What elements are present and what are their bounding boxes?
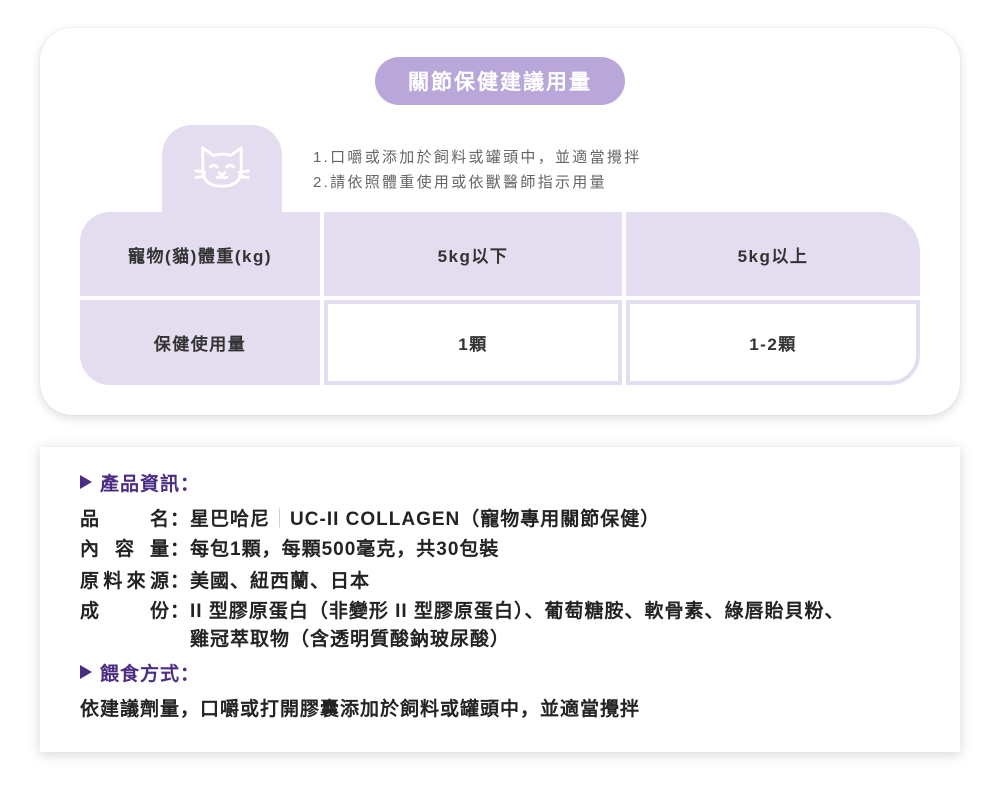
feeding-heading: 餵食方式： <box>80 657 920 687</box>
triangle-right-icon <box>80 475 92 489</box>
content-label: 內 容 量 <box>80 539 170 560</box>
product-name-row: 品 名 ： 星巴哈尼｜UC-II COLLAGEN（寵物專用關節保健） <box>80 505 920 535</box>
dose-over-5kg: 1-2顆 <box>626 300 920 385</box>
content-value: 每包1顆，每顆500毫克，共30包裝 <box>190 539 500 560</box>
origin-row: 原料來源 ： 美國、紐西蘭、日本 <box>80 567 920 597</box>
product-name: UC-II COLLAGEN（寵物專用關節保健） <box>290 509 661 530</box>
product-name-value: 星巴哈尼｜UC-II COLLAGEN（寵物專用關節保健） <box>190 505 660 535</box>
weight-over-5kg: 5kg以上 <box>626 212 920 296</box>
label-colon: ： <box>170 509 191 530</box>
dosage-table: 寵物(貓)體重(kg) 5kg以下 5kg以上 保健使用量 1顆 1-2顆 <box>80 212 920 385</box>
cat-tab <box>162 125 282 213</box>
feeding-method-text: 依建議劑量，口嚼或打開膠囊添加於飼料或罐頭中，並適當攪拌 <box>80 699 641 720</box>
ingredients-label: 成 份 <box>80 601 170 622</box>
product-info-heading: 產品資訊： <box>80 467 920 497</box>
weight-row-label: 寵物(貓)體重(kg) <box>80 212 320 296</box>
brand-name: 星巴哈尼 <box>190 509 271 530</box>
origin-value: 美國、紐西蘭、日本 <box>190 571 371 592</box>
weight-under-5kg: 5kg以下 <box>324 212 622 296</box>
product-info-heading-text: 產品資訊： <box>100 473 201 495</box>
content-row: 內 容 量 ： 每包1顆，每顆500毫克，共30包裝 <box>80 535 920 565</box>
ingredients-row: 成 份 ： II 型膠原蛋白（非變形 II 型膠原蛋白）、葡萄糖胺、軟骨素、綠唇… <box>80 598 920 654</box>
ingredients-line: II 型膠原蛋白（非變形 II 型膠原蛋白）、葡萄糖胺、軟骨素、綠唇貽貝粉、 <box>190 601 845 622</box>
product-info-card: 產品資訊： 品 名 ： 星巴哈尼｜UC-II COLLAGEN（寵物專用關節保健… <box>40 447 960 752</box>
label-colon: ： <box>170 539 191 560</box>
product-name-label: 品 名 <box>80 509 170 530</box>
usage-instructions: 1.口嚼或添加於飼料或罐頭中，並適當攪拌 2.請依照體重使用或依獸醫師指示用量 <box>313 145 642 195</box>
origin-label: 原料來源 <box>80 571 170 592</box>
dose-row-label: 保健使用量 <box>80 300 320 385</box>
ingredients-line: 雞冠萃取物（含透明質酸鈉玻尿酸） <box>190 629 511 650</box>
name-separator: ｜ <box>270 509 291 530</box>
label-colon: ： <box>170 571 191 592</box>
triangle-right-icon <box>80 665 92 679</box>
feeding-heading-text: 餵食方式： <box>100 663 201 685</box>
dose-under-5kg: 1顆 <box>324 300 622 385</box>
dosage-title: 關節保健建議用量 <box>375 57 625 105</box>
ingredients-value: II 型膠原蛋白（非變形 II 型膠原蛋白）、葡萄糖胺、軟骨素、綠唇貽貝粉、 雞… <box>190 598 844 654</box>
cat-face-icon <box>193 142 251 213</box>
label-colon: ： <box>170 601 191 622</box>
dosage-card: 關節保健建議用量 1.口嚼或添加於飼料或罐頭中，並適當攪拌 2.請依照體重使用或… <box>40 28 960 415</box>
instruction-line: 1.口嚼或添加於飼料或罐頭中，並適當攪拌 <box>313 149 642 166</box>
instruction-line: 2.請依照體重使用或依獸醫師指示用量 <box>313 174 607 191</box>
